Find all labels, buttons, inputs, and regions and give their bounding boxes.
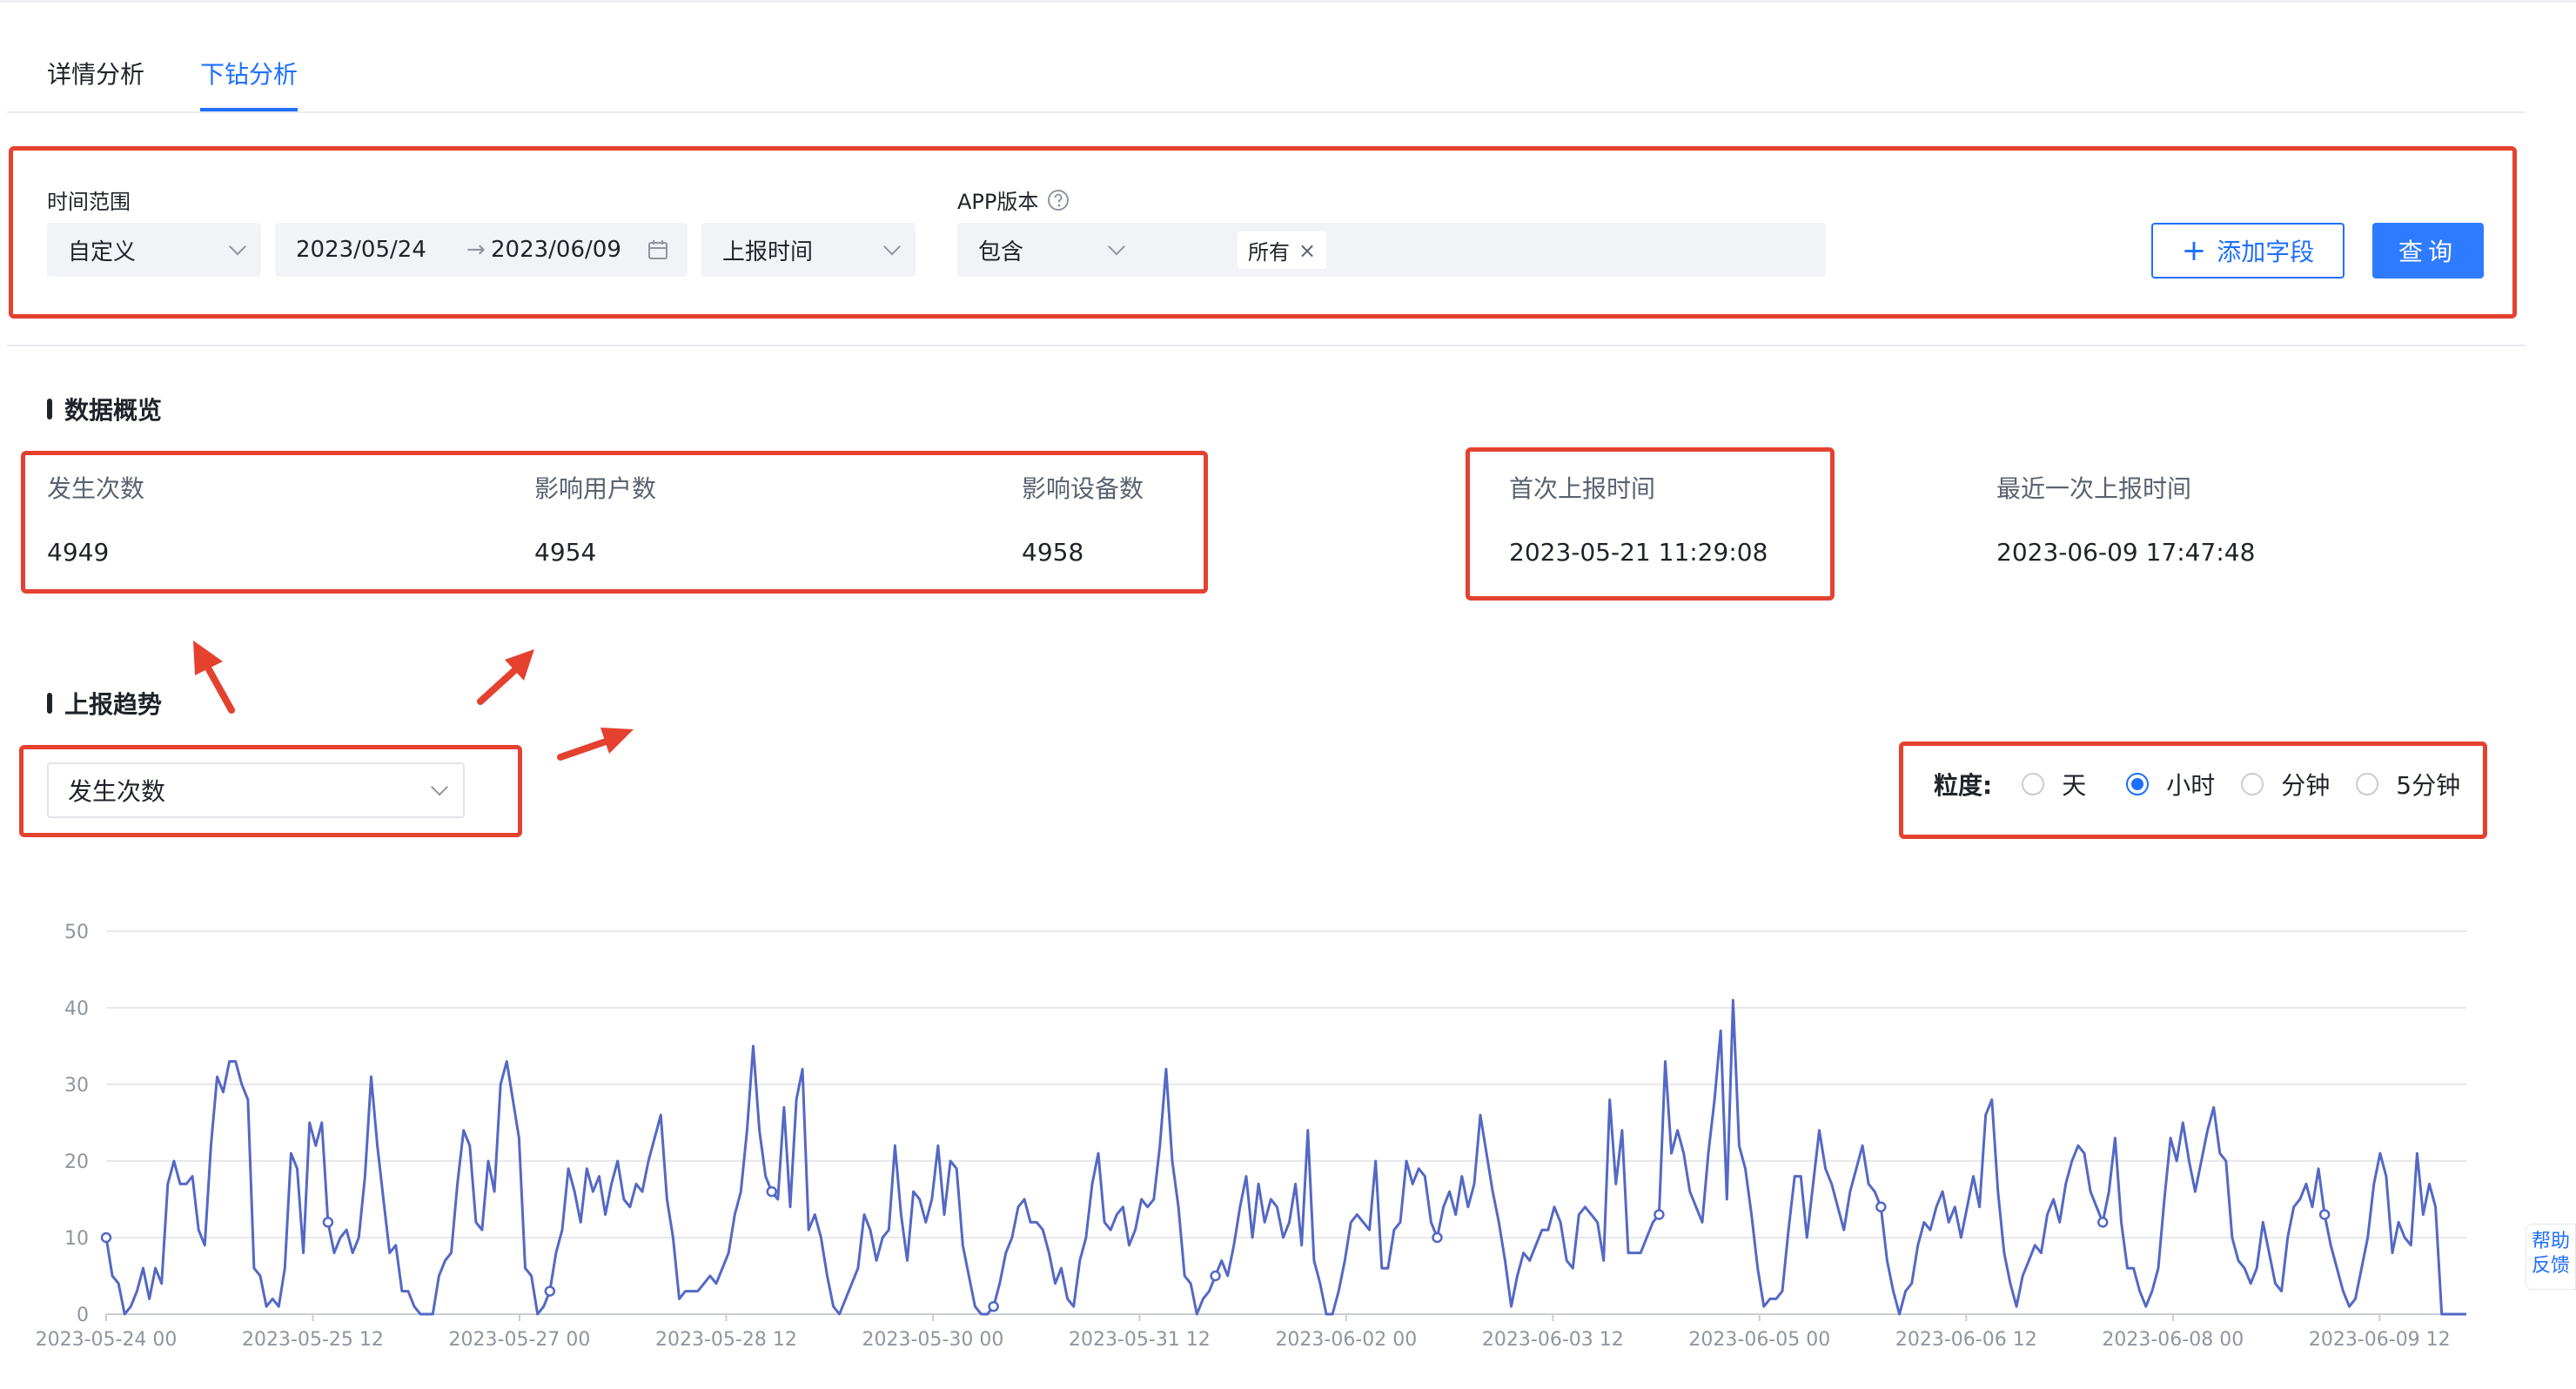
x-tick-label: 2023-06-02 00 xyxy=(1275,1329,1417,1351)
radio-hour[interactable] xyxy=(2126,773,2150,795)
y-tick-label: 30 xyxy=(64,1075,89,1097)
granularity-label: 粒度: xyxy=(1934,771,1993,800)
metric-select-value: 发生次数 xyxy=(68,777,166,806)
data-point[interactable] xyxy=(1654,1209,1665,1220)
x-tick-label: 2023-05-27 00 xyxy=(449,1329,591,1351)
data-point[interactable] xyxy=(988,1300,999,1312)
data-point[interactable] xyxy=(1210,1270,1221,1282)
data-point[interactable] xyxy=(100,1231,112,1244)
help-feedback-float[interactable]: 帮助 反馈 xyxy=(2526,1224,2576,1290)
chevron-down-icon xyxy=(431,778,448,796)
x-tick-label: 2023-06-08 00 xyxy=(2102,1329,2244,1351)
arrow-icon xyxy=(477,649,534,705)
trend-chart: 0 10 20 30 40 50 2023-05-24 00 2023-05-25 12 202… xyxy=(36,922,2466,1351)
granularity-group: 粒度: 天 小时 分钟 5分钟 xyxy=(1934,762,2460,806)
radio-day[interactable] xyxy=(2022,773,2045,795)
x-tick-label: 2023-05-28 12 xyxy=(655,1329,797,1351)
y-tick-label: 20 xyxy=(64,1151,89,1173)
radio-5min-label: 5分钟 xyxy=(2396,771,2461,800)
arrow-icon xyxy=(193,641,235,714)
feedback-text: 反馈 xyxy=(2532,1255,2571,1277)
x-tick-label: 2023-06-06 12 xyxy=(1895,1329,2037,1351)
section-marker xyxy=(47,693,52,714)
radio-minute-label: 分钟 xyxy=(2281,771,2331,800)
data-point[interactable] xyxy=(1432,1231,1443,1244)
x-tick-label: 2023-05-24 00 xyxy=(36,1329,178,1351)
data-point[interactable] xyxy=(322,1217,334,1228)
trend-title: 上报趋势 xyxy=(47,686,162,721)
radio-hour-label: 小时 xyxy=(2166,771,2216,800)
y-tick-label: 40 xyxy=(64,998,89,1020)
radio-5min[interactable] xyxy=(2356,773,2379,795)
x-tick-label: 2023-06-03 12 xyxy=(1482,1329,1624,1351)
data-point[interactable] xyxy=(2096,1217,2109,1228)
x-tick-label: 2023-05-25 12 xyxy=(242,1329,384,1351)
arrow-icon xyxy=(557,728,634,761)
metric-select[interactable]: 发生次数 xyxy=(47,762,465,818)
help-text: 帮助 xyxy=(2532,1231,2571,1252)
data-point[interactable] xyxy=(766,1185,777,1198)
x-tick-label: 2023-05-30 00 xyxy=(862,1329,1003,1351)
data-point[interactable] xyxy=(1875,1201,1887,1213)
data-point[interactable] xyxy=(2318,1209,2331,1220)
y-tick-label: 0 xyxy=(77,1305,89,1326)
y-tick-label: 10 xyxy=(64,1228,89,1250)
x-tick-label: 2023-06-09 12 xyxy=(2309,1329,2451,1351)
x-tick-label: 2023-05-31 12 xyxy=(1069,1329,1211,1351)
y-tick-label: 50 xyxy=(64,922,89,943)
x-tick-label: 2023-06-05 00 xyxy=(1688,1329,1830,1351)
data-point[interactable] xyxy=(544,1285,556,1297)
trend-title-text: 上报趋势 xyxy=(64,690,163,719)
series-line xyxy=(104,998,2466,1316)
radio-day-label: 天 xyxy=(2062,771,2087,800)
radio-minute[interactable] xyxy=(2241,773,2264,795)
